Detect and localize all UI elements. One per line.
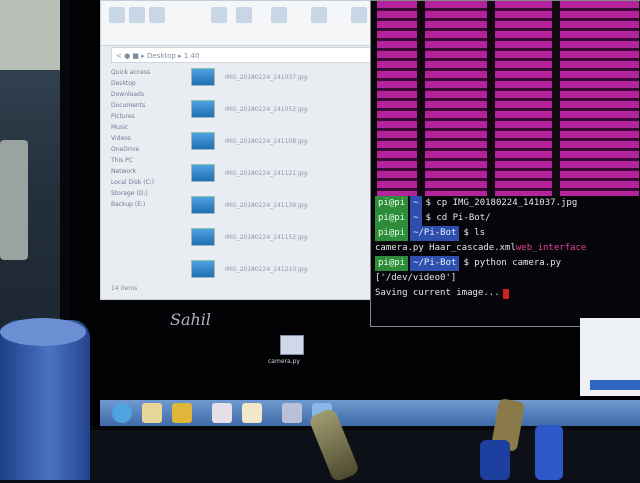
image-file-icon (191, 100, 215, 118)
file-name: IMG_20180224_141210.jpg (225, 265, 308, 273)
command-text: $ ls (463, 228, 486, 238)
terminal-line: pi@pi ~/Pi-Bot $ python camera.py (375, 256, 637, 271)
file-row[interactable]: IMG_20180224_141121.jpg (191, 157, 361, 189)
terminal-line: Saving current image... (375, 286, 637, 301)
wall-plug (0, 140, 28, 260)
nav-item[interactable]: Network (111, 166, 181, 177)
pin-icon[interactable] (109, 7, 125, 23)
command-text: $ python camera.py (463, 258, 561, 268)
select-icon[interactable] (351, 7, 367, 23)
column-gap (417, 1, 425, 196)
file-name: IMG_20180224_141108.jpg (225, 137, 308, 145)
start-icon[interactable] (112, 403, 132, 423)
explorer-ribbon (101, 1, 401, 46)
nav-item[interactable]: Downloads (111, 89, 181, 100)
output-text: ['/dev/video0'] (375, 273, 457, 283)
file-explorer-window: < ● ■ ▸ Desktop ▸ 1.40 Quick access Deskt… (100, 0, 402, 300)
vnc-icon[interactable] (242, 403, 262, 423)
file-list: IMG_20180224_141037.jpg IMG_20180224_1410… (191, 61, 361, 283)
delete-icon[interactable] (236, 7, 252, 23)
terminal-cursor (502, 288, 509, 299)
copy-icon[interactable] (129, 7, 145, 23)
monitor-screen: < ● ■ ▸ Desktop ▸ 1.40 Quick access Deskt… (70, 0, 640, 426)
prompt-user: pi@pi (375, 211, 409, 226)
terminal-window[interactable]: pi@pi ~ $ cp IMG_20180224_141037.jpg pi@pi ~… (370, 0, 640, 327)
nav-item[interactable]: OneDrive (111, 144, 181, 155)
chrome-icon[interactable] (172, 403, 192, 423)
file-name: IMG_20180224_141139.jpg (225, 201, 308, 209)
image-file-icon (191, 68, 215, 86)
file-name: IMG_20180224_141052.jpg (225, 105, 308, 113)
nav-item[interactable]: Documents (111, 100, 181, 111)
file-row[interactable]: IMG_20180224_141152.jpg (191, 221, 361, 253)
folder-icon[interactable] (142, 403, 162, 423)
image-file-icon (191, 164, 215, 182)
status-bar: 14 items (111, 285, 138, 292)
output-directory: web_interface (515, 243, 587, 253)
image-file-icon (191, 228, 215, 246)
taskbar (100, 400, 640, 426)
file-name: IMG_20180224_141121.jpg (225, 169, 308, 177)
image-file-icon (191, 196, 215, 214)
image-file-icon (191, 260, 215, 278)
nav-item[interactable]: Local Disk (C:) (111, 177, 181, 188)
prompt-user: pi@pi (375, 256, 409, 271)
column-gap (552, 1, 560, 196)
terminal-line: pi@pi ~ $ cp IMG_20180224_141037.jpg (375, 196, 637, 211)
nav-item[interactable]: Storage (D:) (111, 188, 181, 199)
nav-item[interactable]: Quick access (111, 67, 181, 78)
command-text: $ cd Pi-Bot/ (425, 213, 491, 223)
media-icon[interactable] (212, 403, 232, 423)
mug-rim (0, 318, 86, 346)
blue-tool (480, 440, 510, 480)
terminal-line: camera.py Haar_cascade.xml web_interface (375, 241, 637, 256)
output-text: camera.py Haar_cascade.xml (375, 243, 516, 253)
file-row[interactable]: IMG_20180224_141139.jpg (191, 189, 361, 221)
file-row[interactable]: IMG_20180224_141052.jpg (191, 93, 361, 125)
image-file-icon (191, 132, 215, 150)
prompt-directory: ~ (410, 211, 422, 226)
paste-icon[interactable] (149, 7, 165, 23)
terminal-line: ['/dev/video0'] (375, 271, 637, 286)
prompt-directory: ~ (410, 196, 422, 211)
file-name: IMG_20180224_141037.jpg (225, 73, 308, 81)
desktop-signature: Sahil (170, 310, 212, 329)
command-text: $ cp IMG_20180224_141037.jpg (425, 198, 578, 208)
terminal-prompt-area[interactable]: pi@pi ~ $ cp IMG_20180224_141037.jpg pi@pi ~… (375, 196, 637, 321)
prompt-directory: ~/Pi-Bot (410, 256, 460, 271)
prompt-user: pi@pi (375, 226, 409, 241)
output-text: Saving current image... (375, 288, 500, 298)
nav-item[interactable]: Music (111, 122, 181, 133)
terminal-line: pi@pi ~/Pi-Bot $ ls (375, 226, 637, 241)
prompt-directory: ~/Pi-Bot (410, 226, 460, 241)
desktop-file-icon[interactable] (280, 335, 304, 355)
terminal-line: pi@pi ~ $ cd Pi-Bot/ (375, 211, 637, 226)
move-icon[interactable] (211, 7, 227, 23)
desktop-icon-label: camera.py (268, 358, 300, 365)
file-row[interactable]: IMG_20180224_141037.jpg (191, 61, 361, 93)
properties-icon[interactable] (311, 7, 327, 23)
terminal-scrollback (377, 1, 639, 196)
nav-item[interactable]: Desktop (111, 78, 181, 89)
terminal-taskbar-icon[interactable] (282, 403, 302, 423)
background-window-titlebar[interactable] (590, 380, 640, 390)
prompt-user: pi@pi (375, 196, 409, 211)
new-folder-icon[interactable] (271, 7, 287, 23)
nav-item[interactable]: Pictures (111, 111, 181, 122)
file-row[interactable]: IMG_20180224_141210.jpg (191, 253, 361, 285)
nav-item[interactable]: Backup (E:) (111, 199, 181, 210)
nav-item[interactable]: This PC (111, 155, 181, 166)
file-name: IMG_20180224_141152.jpg (225, 233, 308, 241)
nav-item[interactable]: Videos (111, 133, 181, 144)
file-row[interactable]: IMG_20180224_141108.jpg (191, 125, 361, 157)
navigation-pane: Quick access Desktop Downloads Documents Pic… (111, 67, 181, 283)
blue-tool (535, 425, 563, 480)
column-gap (487, 1, 495, 196)
